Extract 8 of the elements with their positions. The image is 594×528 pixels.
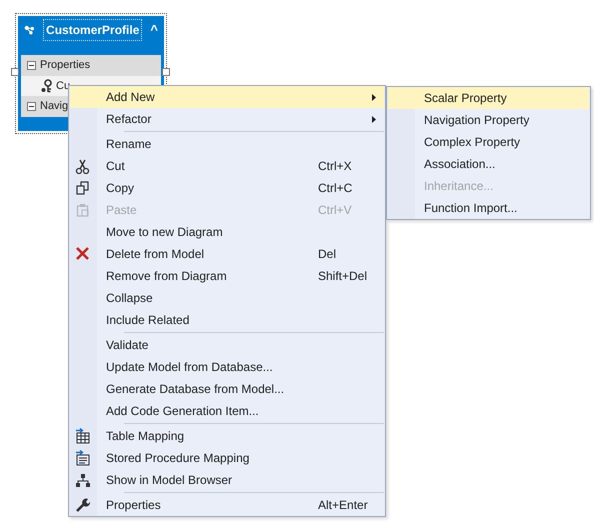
shortcut-text: Del [318, 246, 336, 263]
shortcut-text: Ctrl+C [318, 180, 352, 197]
shortcut-text: Ctrl+V [318, 202, 352, 219]
shortcut-text: Ctrl+X [318, 158, 352, 175]
section-label: Navig [40, 99, 68, 114]
section-label: Properties [40, 58, 90, 74]
shortcut-text: Alt+Enter [318, 497, 368, 514]
shortcut-text: Shift+Del [318, 268, 368, 285]
